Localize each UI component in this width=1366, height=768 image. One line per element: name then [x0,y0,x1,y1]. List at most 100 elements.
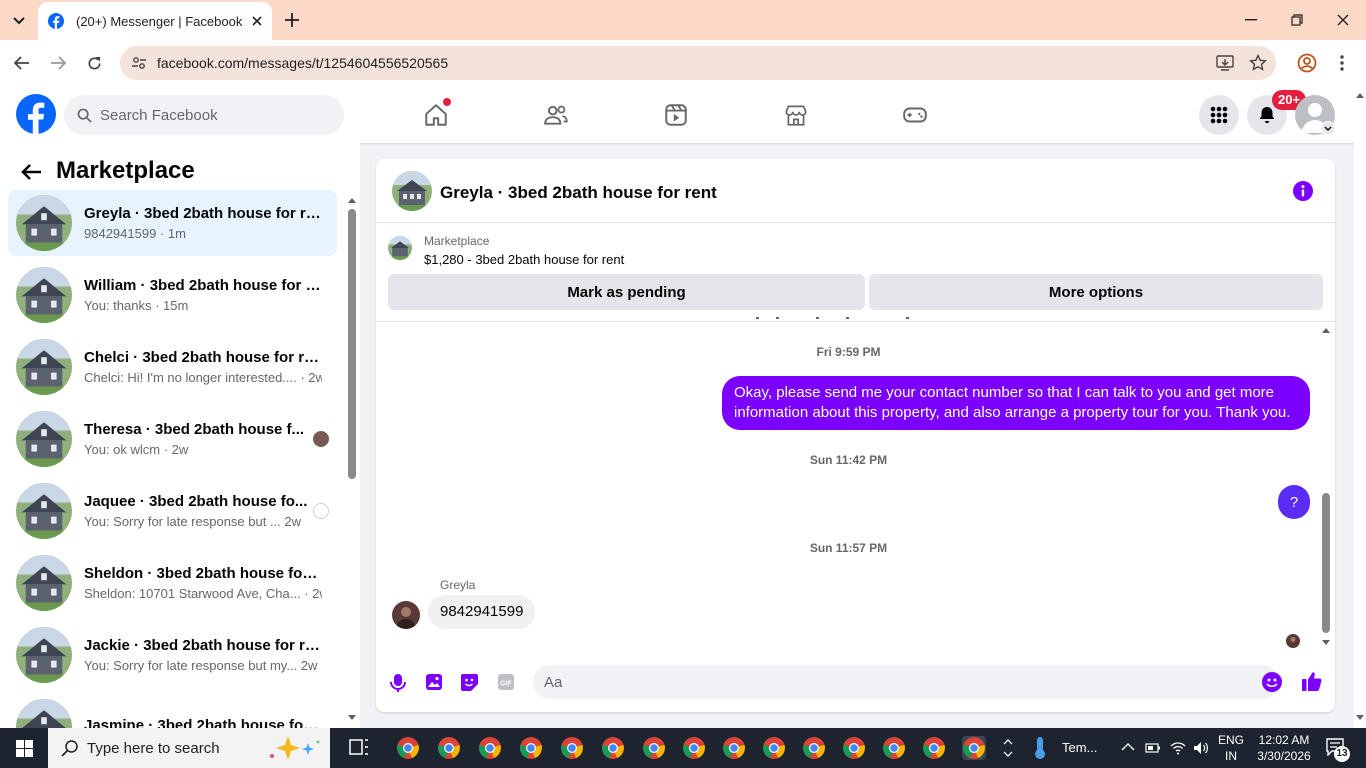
close-window-button[interactable] [1320,0,1366,40]
chrome-icon [479,737,501,759]
chrome-taskbar-icon[interactable] [762,736,786,760]
conversation-item[interactable]: Jackie · 3bed 2bath house for rent You: S… [8,622,337,688]
conversation-item[interactable]: Greyla · 3bed 2bath house for re... 98429… [8,190,337,256]
chrome-icon [561,737,583,759]
outgoing-message[interactable]: Okay, please send me your contact number… [722,376,1310,430]
chrome-icon [763,737,785,759]
weather-text[interactable]: Tem... [1062,740,1097,755]
chrome-taskbar-icon[interactable] [922,736,946,760]
minimize-button[interactable] [1228,0,1274,40]
bookmark-star-icon[interactable] [1249,54,1267,72]
listing-title[interactable]: $1,280 - 3bed 2bath house for rent [424,252,624,267]
notification-center-button[interactable]: 13 [1325,738,1350,762]
chrome-taskbar-icon[interactable] [682,736,706,760]
conversation-text: Sheldon · 3bed 2bath house for ... Sheldo… [84,565,322,601]
volume-icon[interactable] [1193,740,1209,756]
site-info-icon[interactable] [131,55,147,71]
chrome-taskbar-icon[interactable] [882,736,906,760]
incoming-message[interactable]: 9842941599 [428,595,536,629]
chrome-taskbar-icon[interactable] [437,736,461,760]
chevron-up-icon[interactable] [1121,742,1135,752]
start-button[interactable] [0,728,48,768]
conversation-item[interactable]: Chelci · 3bed 2bath house for rent Chelci… [8,334,337,400]
task-view-button[interactable] [348,737,370,759]
chat-title[interactable]: Greyla · 3bed 2bath house for rent [440,183,717,203]
chrome-taskbar-icon[interactable] [396,736,420,760]
conversation-item[interactable]: Sheldon · 3bed 2bath house for ... Sheldo… [8,550,337,616]
taskbar-search-box[interactable]: Type here to search [48,728,330,768]
conversation-item[interactable]: Jaquee · 3bed 2bath house fo... You: Sorr… [8,478,337,544]
chrome-taskbar-icon[interactable] [962,736,986,760]
profile-button[interactable] [1295,51,1319,75]
restore-button[interactable] [1274,0,1320,40]
chrome-taskbar-icon[interactable] [722,736,746,760]
tab-search-button[interactable] [8,10,30,32]
back-button[interactable] [10,51,34,75]
chrome-taskbar-icon[interactable] [802,736,826,760]
chrome-icon [963,737,985,759]
weather-icon[interactable] [1030,736,1050,760]
mark-pending-button[interactable]: Mark as pending [388,274,865,310]
wifi-icon[interactable] [1170,740,1186,756]
new-tab-button[interactable] [282,10,302,30]
browser-tab[interactable]: (20+) Messenger | Facebook [38,2,272,40]
close-icon[interactable] [252,16,262,26]
page-scrollbar[interactable] [1354,86,1366,728]
chrome-taskbar-icon[interactable] [560,736,584,760]
more-options-button[interactable]: More options [869,274,1323,310]
conversation-avatar [16,339,72,395]
clock[interactable]: 12:02 AM 3/30/2026 [1252,733,1316,763]
language-indicator[interactable]: ENG IN [1218,733,1244,763]
facebook-logo-icon[interactable] [16,94,56,134]
gif-icon[interactable]: GIF [497,673,515,691]
address-bar[interactable]: facebook.com/messages/t/1254604556520565 [120,46,1276,80]
conversation-text: Greyla · 3bed 2bath house for re... 98429… [84,205,322,241]
scrollbar[interactable] [346,195,358,728]
nav-home-tab[interactable] [421,98,451,130]
account-dropdown-badge[interactable] [1321,121,1335,135]
house-thumbnail-icon [388,236,412,260]
info-icon [1293,181,1313,201]
bell-icon [1259,107,1275,124]
nav-friends-tab[interactable] [541,100,571,130]
nav-marketplace-tab[interactable] [781,100,811,130]
conversation-item[interactable]: Theresa · 3bed 2bath house f... You: ok w… [8,406,337,472]
chrome-taskbar-icon[interactable] [642,736,666,760]
chrome-taskbar-icon[interactable] [842,736,866,760]
user-avatar-icon [1286,634,1300,648]
conversation-item[interactable]: Jasmine · 3bed 2bath house for ... [8,694,337,728]
sticker-icon[interactable] [460,673,479,692]
like-thumbs-up-icon[interactable] [1301,670,1323,692]
sender-avatar[interactable] [392,601,420,629]
outgoing-message[interactable]: ? [1278,485,1310,519]
chrome-taskbar-icon[interactable] [601,736,625,760]
chat-scrollbar[interactable] [1320,325,1332,649]
menu-button[interactable] [1199,95,1239,135]
widgets-chevron[interactable] [1003,738,1013,758]
chat-avatar[interactable] [392,171,432,211]
listing-thumbnail[interactable] [388,236,412,260]
taskbar-search-placeholder: Type here to search [87,739,220,757]
nav-gaming-tab[interactable] [900,100,930,130]
chrome-taskbar-icon[interactable] [478,736,502,760]
photo-icon[interactable] [425,673,443,691]
install-app-icon[interactable] [1216,54,1234,72]
conversation-name: Jaquee · 3bed 2bath house fo... [84,493,308,510]
nav-video-tab[interactable] [661,100,691,130]
conversation-preview: 9842941599 · 1m [84,226,186,241]
browser-menu-button[interactable] [1330,51,1354,75]
battery-icon[interactable] [1145,740,1161,756]
conversation-info-button[interactable] [1293,181,1313,201]
back-button[interactable] [20,163,42,181]
windows-taskbar: Type here to search Tem... ENG IN 12:02 … [0,728,1366,768]
chrome-taskbar-icon[interactable] [519,736,543,760]
conversation-item[interactable]: William · 3bed 2bath house for r... You: … [8,262,337,328]
conversation-text: Jackie · 3bed 2bath house for rent You: S… [84,637,322,673]
microphone-icon[interactable] [389,673,407,693]
facebook-search-input[interactable]: Search Facebook [64,95,344,135]
conversation-preview: You: thanks · 15m [84,298,189,313]
emoji-icon[interactable] [1262,672,1282,692]
forward-button[interactable] [46,51,70,75]
message-input[interactable]: Aa [533,665,1279,699]
reload-button[interactable] [82,51,106,75]
